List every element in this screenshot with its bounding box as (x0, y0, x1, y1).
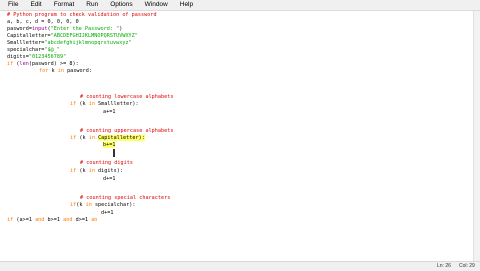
menu-bar: File Edit Format Run Options Window Help (0, 0, 480, 11)
code-keyword: for (39, 68, 49, 74)
menu-window[interactable]: Window (139, 0, 174, 10)
code-text: a, b, c, d = 0, 0, 0, 0 (7, 19, 79, 25)
code-line: Smallletter="abcdefghijklmnopqrstuvwxyz" (7, 40, 132, 47)
code-line: if (len(pasword) >= 8): (7, 61, 79, 68)
code-line: digits="0123456789" (7, 54, 66, 61)
code-text: Smallletter= (7, 40, 45, 46)
code-string: "0123456789" (28, 54, 67, 60)
code-line: # Python program to check validation of … (7, 12, 157, 19)
code-text: d>=1 (72, 217, 92, 223)
code-comment: # counting uppercase alphabets (80, 128, 174, 134)
code-text: d+=1 (103, 176, 116, 182)
code-line: if(k in specialchar): (70, 202, 135, 209)
code-line: a+=1 (103, 109, 115, 116)
code-string: "$@_" (44, 47, 60, 53)
menu-format[interactable]: Format (48, 0, 81, 10)
code-text: b>=1 (44, 217, 64, 223)
code-editor[interactable]: # Python program to check validation of … (0, 11, 474, 261)
code-text: digits): (94, 168, 123, 174)
code-text: Smallletter): (94, 101, 139, 107)
code-text: (a>=1 (13, 217, 36, 223)
code-comment: # counting special characters (80, 195, 171, 201)
code-line: a, b, c, d = 0, 0, 0, 0 (7, 19, 79, 26)
code-text: pasword: (63, 68, 93, 74)
code-text: digits= (7, 54, 29, 60)
code-line: if (k in digits): (70, 168, 123, 175)
code-comment: # Python program to check validation of … (7, 12, 157, 18)
code-comment: # counting lowercase alphabets (80, 94, 174, 100)
code-line: # counting special characters (80, 195, 170, 202)
code-line: b+=1 (103, 142, 116, 149)
menu-edit[interactable]: Edit (24, 0, 47, 10)
code-text: specialchar): (91, 202, 136, 208)
code-builtin: input (31, 26, 48, 32)
code-line: d+=1 (103, 176, 115, 183)
code-line: if (k in Smallletter): (70, 101, 139, 108)
code-line: # counting lowercase alphabets (80, 94, 174, 101)
menu-file[interactable]: File (0, 0, 24, 10)
code-builtin: len (19, 61, 29, 67)
code-text: (k (76, 168, 89, 174)
code-text-highlighted: b+=1 (103, 142, 116, 148)
vertical-scrollbar[interactable] (473, 11, 480, 261)
code-text: a+=1 (103, 109, 116, 115)
line-indicator: Ln: 26 (437, 263, 451, 269)
code-string: "Enter the Password: " (50, 26, 120, 32)
code-text-highlighted: Capitalletter): (98, 135, 145, 141)
code-text: (k (76, 101, 89, 107)
code-text: specialchar= (7, 47, 45, 53)
code-text: pasword= (7, 26, 32, 32)
menu-run[interactable]: Run (80, 0, 104, 10)
code-line: for k in pasword: (39, 68, 92, 75)
code-line: if (k in Capitalletter): (70, 135, 145, 142)
code-line: d+=1 (101, 210, 113, 217)
code-line: if (a>=1 and b>=1 and d>=1 an (7, 217, 97, 224)
code-text: (k (76, 202, 86, 208)
code-text: (pasword) >= 8): (28, 61, 79, 67)
code-comment: # counting digits (80, 160, 133, 166)
code-line: pasword=input("Enter the Password: ") (7, 26, 122, 33)
text-cursor (113, 149, 115, 157)
menu-options[interactable]: Options (104, 0, 138, 10)
code-line: Capitalletter="ABCDEFGHIJKLMNOPQRSTUVWXY… (7, 33, 138, 40)
code-line: specialchar="$@_" (7, 47, 60, 54)
menu-help[interactable]: Help (174, 0, 199, 10)
code-text: d+=1 (101, 210, 114, 216)
code-text: ) (119, 26, 123, 32)
code-text: Capitalletter= (7, 33, 51, 39)
code-text: k (48, 68, 58, 74)
code-string: "ABCDEFGHIJKLMNOPQRSTUVWXYZ" (50, 33, 138, 39)
column-indicator: Col: 29 (459, 263, 475, 269)
code-line: # counting digits (80, 160, 133, 167)
code-line: # counting uppercase alphabets (80, 128, 174, 135)
code-keyword: an (91, 217, 98, 223)
code-text: (k (76, 135, 89, 141)
code-string: "abcdefghijklmnopqrstuvwxyz" (44, 40, 132, 46)
